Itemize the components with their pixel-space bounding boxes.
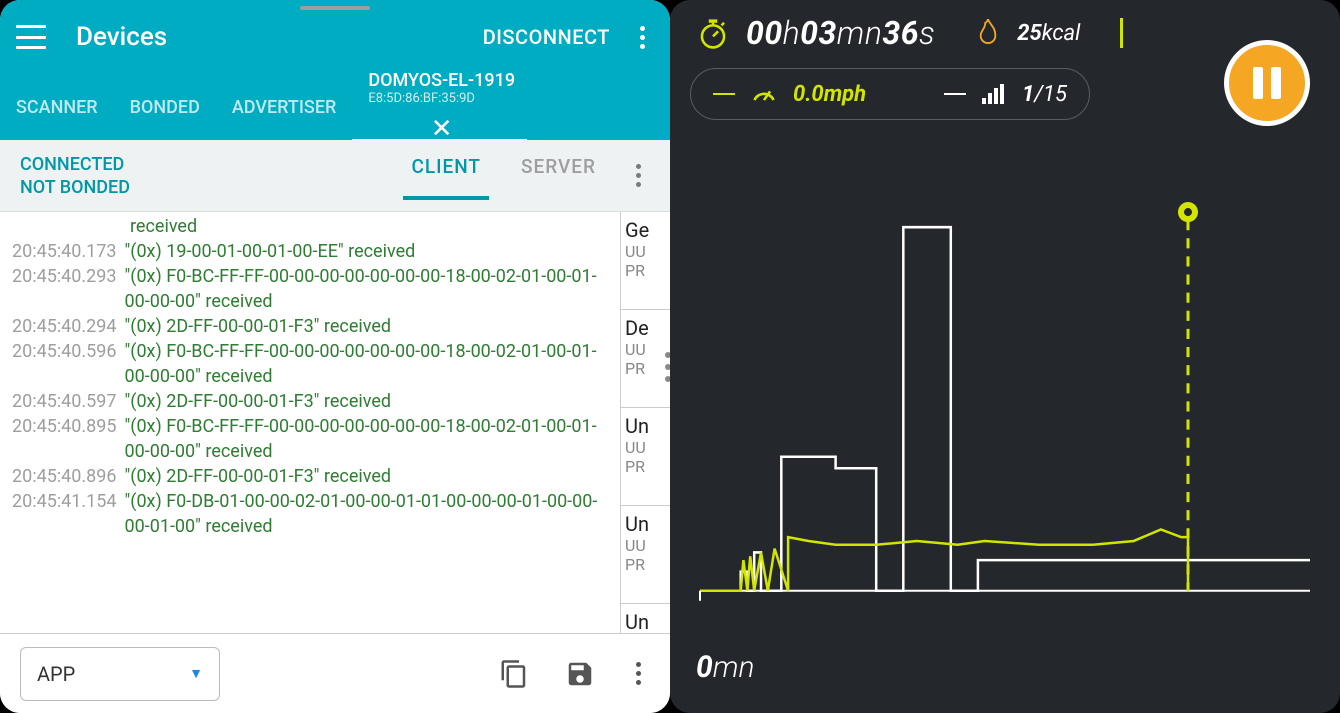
log-timestamp: 20:45:40.173 (12, 239, 117, 264)
pause-button[interactable] (1224, 40, 1310, 126)
save-button[interactable] (560, 654, 600, 694)
log-timestamp: 20:45:40.597 (12, 389, 117, 414)
speed-readout: 0.0mph (793, 82, 866, 107)
fitness-app-pane: 00h03mn36s 25kcal 0.0mph 1/15 (670, 0, 1340, 713)
appbar-more-icon[interactable] (630, 26, 654, 49)
log-message: received (130, 214, 197, 239)
service-item[interactable]: UnUUPR (621, 408, 670, 506)
ble-app-pane: Devices DISCONNECT SCANNER BONDED ADVERT… (0, 0, 670, 713)
level-readout: 1/15 (1022, 82, 1067, 107)
session-time: 00h03mn36s (746, 14, 935, 52)
tab-bonded[interactable]: BONDED (114, 74, 216, 140)
chevron-down-icon: ▼ (189, 665, 203, 682)
tab-advertiser[interactable]: ADVERTISER (216, 74, 352, 140)
pause-icon (1253, 67, 1281, 99)
log-timestamp: 20:45:41.154 (12, 489, 117, 539)
bottom-bar: APP ▼ (0, 633, 670, 713)
copy-icon (499, 659, 529, 689)
service-item[interactable]: UnUUPR (621, 506, 670, 604)
status-row: CONNECTED NOT BONDED CLIENT SERVER (0, 140, 670, 212)
log-row: 20:45:40.596"(0x) F0-BC-FF-FF-00-00-00-0… (12, 339, 614, 389)
tab-scanner[interactable]: SCANNER (0, 74, 114, 140)
tab-device-name: DOMYOS-EL-1919 (368, 70, 515, 91)
disconnect-button[interactable]: DISCONNECT (483, 25, 610, 49)
service-item[interactable]: DeUUPR (621, 310, 670, 408)
log-message: "(0x) F0-BC-FF-FF-00-00-00-00-00-00-00-1… (125, 339, 614, 389)
log-message: "(0x) 19-00-01-00-01-00-EE" received (125, 239, 416, 264)
status-more-icon[interactable] (626, 164, 650, 187)
metrics-pill: 0.0mph 1/15 (690, 68, 1090, 120)
tab-device-mac: E8:5D:86:BF:35:9D (368, 91, 515, 106)
bottom-more-icon[interactable] (626, 662, 650, 685)
stopwatch-icon (696, 16, 730, 50)
log-message: "(0x) F0-BC-FF-FF-00-00-00-00-00-00-00-1… (125, 264, 614, 314)
header-divider (1120, 18, 1123, 48)
log-row: received (12, 214, 614, 239)
tab-device[interactable]: DOMYOS-EL-1919 E8:5D:86:BF:35:9D ✕ (352, 76, 527, 142)
log-row: 20:45:40.597 "(0x) 2D-FF-00-00-01-F3" rec… (12, 389, 614, 414)
gauge-icon (751, 81, 777, 107)
log-row: 20:45:40.896 "(0x) 2D-FF-00-00-01-F3" rec… (12, 464, 614, 489)
speed-legend-line (713, 93, 735, 95)
top-tabs: SCANNER BONDED ADVERTISER DOMYOS-EL-1919… (0, 74, 670, 140)
log-timestamp: 20:45:40.895 (12, 414, 117, 464)
flame-icon (977, 19, 999, 47)
drag-handle[interactable] (300, 6, 370, 10)
level-icon (982, 84, 1006, 104)
log-timestamp: 20:45:40.294 (12, 314, 117, 339)
status-connected: CONNECTED (20, 154, 411, 175)
log-message: "(0x) F0-BC-FF-FF-00-00-00-00-00-00-00-1… (125, 414, 614, 464)
service-item[interactable]: UnUU (621, 604, 670, 633)
service-item[interactable]: GeUUPR (621, 212, 670, 310)
log-timestamp: 20:45:40.596 (12, 339, 117, 389)
kcal-readout: 25kcal (1017, 21, 1080, 46)
copy-button[interactable] (494, 654, 534, 694)
appbar: Devices DISCONNECT (0, 0, 670, 74)
status-notbonded: NOT BONDED (20, 177, 411, 198)
log-timestamp: 20:45:40.293 (12, 264, 117, 314)
incline-legend-line (944, 93, 966, 95)
subtab-client[interactable]: CLIENT (411, 155, 481, 196)
log-row: 20:45:40.294 "(0x) 2D-FF-00-00-01-F3" rec… (12, 314, 614, 339)
log-area: received 20:45:40.173 "(0x) 19-00-01-00-01… (0, 212, 670, 633)
log-timestamp: 20:45:40.896 (12, 464, 117, 489)
save-icon (565, 659, 595, 689)
log-message: "(0x) 2D-FF-00-00-01-F3" received (125, 464, 392, 489)
appbar-title: Devices (76, 22, 483, 52)
log-message: "(0x) F0-DB-01-00-00-02-01-00-00-01-01-0… (125, 489, 614, 539)
menu-icon[interactable] (16, 25, 46, 49)
log-row: 20:45:40.173 "(0x) 19-00-01-00-01-00-EE" … (12, 239, 614, 264)
session-chart[interactable] (670, 200, 1340, 633)
x-axis-label: 0mn (696, 650, 755, 685)
log-level-value: APP (37, 662, 75, 686)
side-services[interactable]: GeUUPRDeUUPRUnUUPRUnUUPRUnUU (620, 212, 670, 633)
log-level-select[interactable]: APP ▼ (20, 647, 220, 701)
subtab-server[interactable]: SERVER (521, 155, 596, 196)
log-message: "(0x) 2D-FF-00-00-01-F3" received (125, 314, 392, 339)
log-row: 20:45:40.895"(0x) F0-BC-FF-FF-00-00-00-0… (12, 414, 614, 464)
log-list[interactable]: received 20:45:40.173 "(0x) 19-00-01-00-01… (0, 212, 620, 633)
log-row: 20:45:40.293"(0x) F0-BC-FF-FF-00-00-00-0… (12, 264, 614, 314)
log-message: "(0x) 2D-FF-00-00-01-F3" received (125, 389, 392, 414)
log-row: 20:45:41.154"(0x) F0-DB-01-00-00-02-01-0… (12, 489, 614, 539)
